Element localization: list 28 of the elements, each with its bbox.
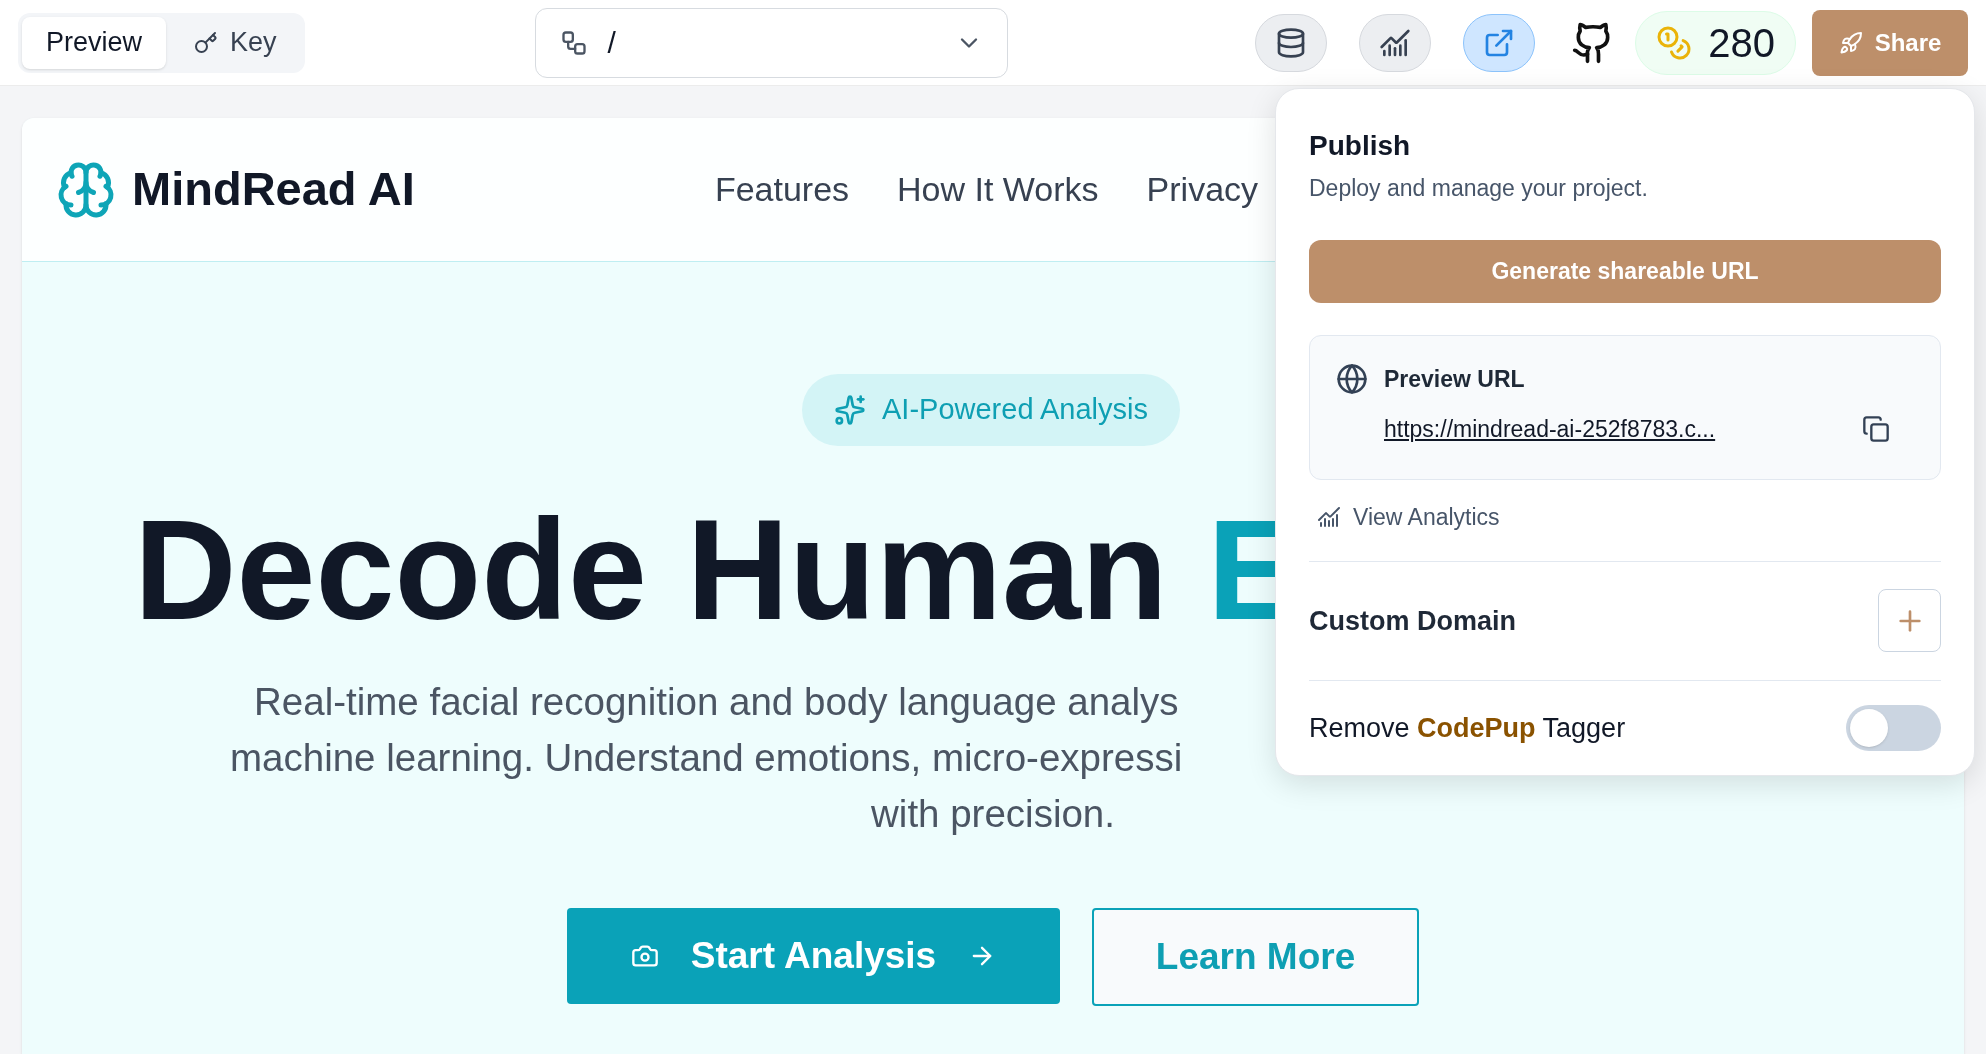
key-icon: [194, 30, 219, 55]
preview-url-label: Preview URL: [1384, 364, 1525, 394]
popover-title: Publish: [1309, 129, 1412, 163]
tagger-label: Remove CodePup Tagger: [1309, 711, 1626, 745]
view-tab[interactable]: Key: [170, 16, 301, 69]
sparkle-icon: [834, 394, 866, 426]
brain-icon: [56, 159, 116, 220]
description-line: Real-time facial recognition and body language analys: [254, 679, 1179, 726]
preview-url-link[interactable]: https://mindread-ai-252f8783.c...: [1384, 412, 1716, 447]
tagger-toggle[interactable]: [1846, 705, 1941, 752]
nav-link[interactable]: Features: [714, 164, 850, 215]
route-select[interactable]: /: [534, 7, 1008, 78]
popover-subtitle: Deploy and manage your project.: [1309, 174, 1649, 203]
badge-text: AI-Powered Analysis: [882, 392, 1148, 428]
custom-domain-label: Custom Domain: [1309, 604, 1516, 638]
nav-link[interactable]: How It Works: [897, 164, 1099, 215]
coins-icon: [1656, 24, 1693, 61]
globe-icon: [1336, 362, 1368, 395]
description-line: with precision.: [871, 791, 1115, 838]
view-tab[interactable]: Preview: [22, 16, 167, 69]
credits-badge: 280: [1635, 10, 1796, 75]
view-analytics-link[interactable]: View Analytics: [1317, 500, 1500, 535]
rocket-icon: [1838, 30, 1863, 55]
analytics-icon: [1317, 505, 1341, 530]
brand-name: MindRead AI: [132, 161, 415, 218]
copy-icon: [1862, 415, 1890, 444]
nav-link[interactable]: Privacy: [1146, 164, 1259, 215]
description-line: machine learning. Understand emotions, micro-expressi: [230, 735, 1183, 782]
